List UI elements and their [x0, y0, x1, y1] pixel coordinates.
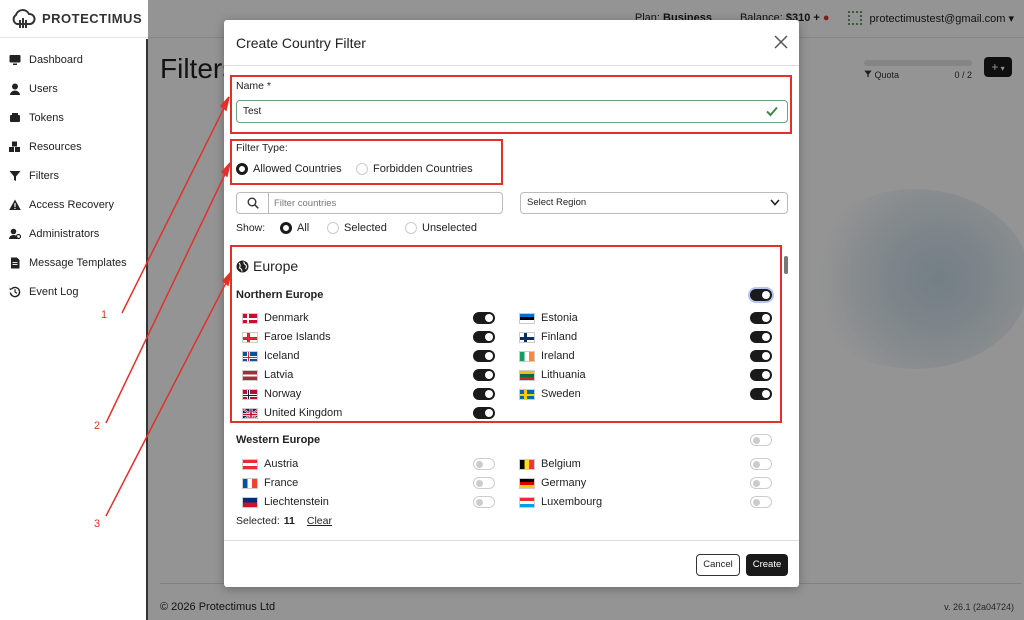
annotation-label-1: 1 [101, 309, 108, 321]
annotation-label-3: 3 [94, 518, 101, 530]
annotation-arrows [105, 96, 232, 517]
annotation-label-2: 2 [94, 420, 101, 432]
